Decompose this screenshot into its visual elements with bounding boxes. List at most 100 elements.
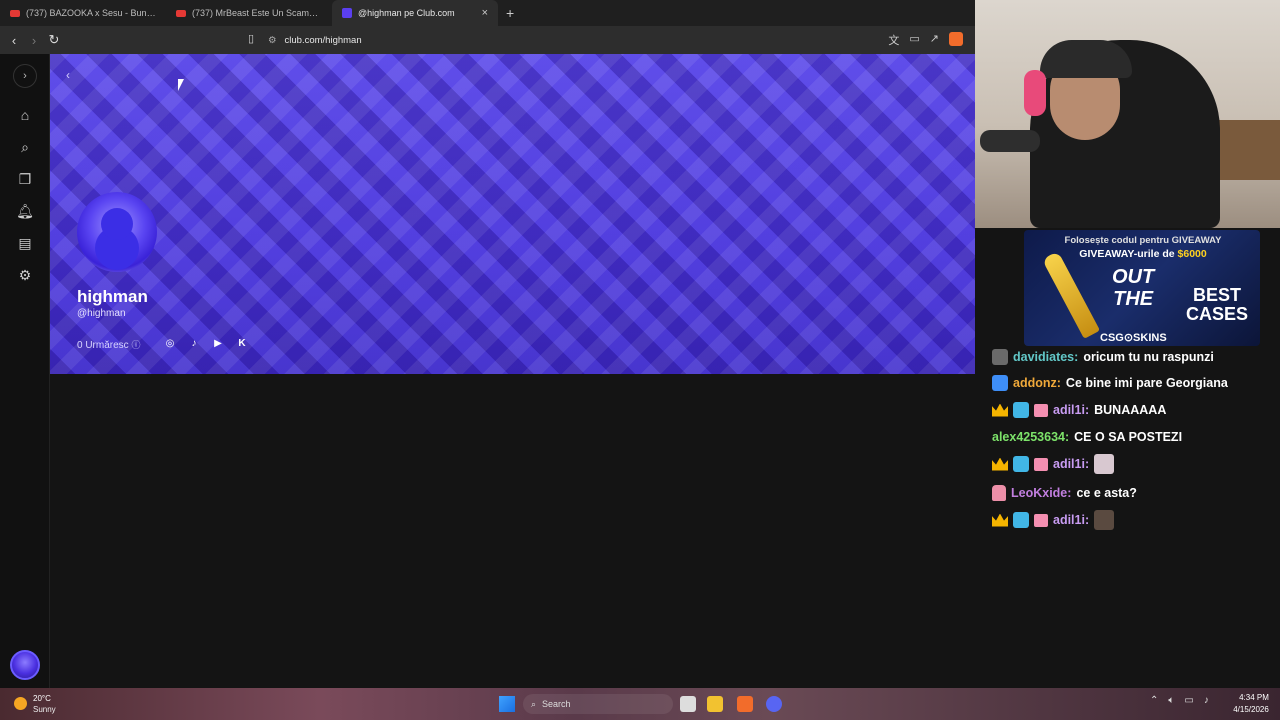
- following-count[interactable]: 0 Urmăresc ⓘ: [77, 338, 140, 351]
- search-icon[interactable]: ⌕: [16, 138, 34, 156]
- url-field[interactable]: ⚙ club.com/highman: [268, 30, 868, 50]
- cast-icon[interactable]: ▭: [909, 32, 919, 48]
- brave-browser-icon[interactable]: [737, 696, 753, 712]
- browser-tab-bar: (737) BAZOOKA x Sesu - Bunele (737) MrBe…: [0, 0, 975, 26]
- address-toolbar: ‹ › ↻ ▯ ⚙ club.com/highman 文 ▭ ↗: [0, 26, 975, 54]
- chat-message: davidiates: oricum tu nu raspunzi: [992, 346, 1214, 368]
- ad-line2-prefix: GIVEAWAY-urile de: [1079, 248, 1178, 260]
- brave-shield-icon[interactable]: [949, 32, 963, 46]
- sun-icon[interactable]: [14, 697, 27, 710]
- clock-time[interactable]: 4:34 PM: [1232, 693, 1276, 702]
- chevron-up-icon[interactable]: ⌃: [1150, 695, 1158, 706]
- chat-username[interactable]: adil1i:: [1053, 513, 1089, 527]
- kick-icon[interactable]: K: [236, 338, 248, 350]
- tiktok-icon[interactable]: ♪: [188, 338, 200, 350]
- site-settings-icon[interactable]: ⚙: [268, 35, 277, 46]
- chat-username[interactable]: adil1i:: [1053, 457, 1089, 471]
- tab-title: @highman pe Club.com: [358, 8, 455, 18]
- expand-sidebar-button[interactable]: ›: [13, 64, 37, 88]
- info-icon: ⓘ: [131, 340, 141, 350]
- close-tab-icon[interactable]: ×: [482, 7, 488, 19]
- following-label: 0 Urmăresc: [77, 340, 129, 351]
- browser-tab-3[interactable]: @highman pe Club.com ×: [332, 0, 498, 26]
- chat-message: adil1i:: [992, 453, 1115, 475]
- left-sidebar: › ⌂ ⌕ ❐ 🔔︎ ▤ ⚙: [0, 54, 50, 688]
- task-view-icon[interactable]: [680, 696, 696, 712]
- ad-out-line2: THE: [1113, 288, 1154, 310]
- chat-username[interactable]: adil1i:: [1053, 403, 1089, 417]
- speaker-icon[interactable]: ♪: [1204, 695, 1209, 706]
- badge-gift-icon: [1034, 513, 1048, 527]
- browser-tab-2[interactable]: (737) MrBeast Este Un Scammer - Yo: [166, 0, 332, 26]
- share-icon[interactable]: ↗: [930, 32, 939, 48]
- chat-emote: [1094, 454, 1115, 474]
- tab-title: (737) BAZOOKA x Sesu - Bunele: [26, 8, 156, 18]
- ad-brand: CSG⊙SKINS: [1100, 332, 1167, 344]
- chat-username[interactable]: addonz:: [1013, 376, 1061, 390]
- collections-icon[interactable]: ❐: [16, 170, 34, 188]
- badge-crown-icon: [992, 457, 1008, 471]
- windows-start-icon[interactable]: [499, 696, 515, 712]
- display-icon[interactable]: ▭: [1184, 695, 1193, 706]
- badge-gift-icon: [1034, 403, 1048, 417]
- chat-text: oricum tu nu raspunzi: [1083, 350, 1214, 364]
- toolbar-right: 文 ▭ ↗: [888, 32, 963, 48]
- volume-icon[interactable]: 🔈︎: [1168, 695, 1174, 706]
- weather-temp: 20°C: [33, 694, 51, 703]
- chat-message: addonz: Ce bine imi pare Georgiana: [992, 372, 1228, 394]
- translate-icon[interactable]: 文: [888, 32, 899, 48]
- account-avatar[interactable]: [10, 650, 40, 680]
- youtube-icon: [10, 9, 20, 17]
- badge-robot-icon: [1013, 402, 1029, 418]
- new-tab-button[interactable]: +: [498, 5, 522, 21]
- profile-handle: @highman: [77, 308, 126, 319]
- ad-amount: $6000: [1177, 248, 1207, 260]
- ad-out-line1: OUT: [1112, 266, 1155, 288]
- mouse-cursor: [178, 79, 184, 91]
- badge-robot-icon: [1013, 512, 1029, 528]
- chat-username[interactable]: LeoKxide:: [1011, 486, 1071, 500]
- chat-text: CE O SA POSTEZI: [1074, 430, 1183, 444]
- chat-username[interactable]: alex4253634:: [992, 430, 1069, 444]
- badge-gift-icon: [1034, 457, 1048, 471]
- browser-tab-1[interactable]: (737) BAZOOKA x Sesu - Bunele: [0, 0, 166, 26]
- url-text: club.com/highman: [284, 34, 362, 46]
- badge-crown-icon: [992, 403, 1008, 417]
- chat-username[interactable]: davidiates:: [1013, 350, 1078, 364]
- youtube-icon: [176, 9, 186, 17]
- club-icon: [342, 8, 352, 18]
- badge-robot-icon: [1013, 456, 1029, 472]
- ad-out-text: OUT THE: [1112, 266, 1154, 310]
- chat-emote: [1094, 510, 1115, 530]
- youtube-icon[interactable]: ▶: [212, 338, 224, 350]
- tab-title: (737) MrBeast Este Un Scammer - Yo: [192, 8, 322, 18]
- forward-icon[interactable]: ›: [24, 33, 44, 48]
- clock-date[interactable]: 4/15/2026: [1226, 705, 1276, 714]
- chat-text: BUNAAAAA: [1094, 403, 1167, 417]
- profile-banner: [50, 54, 975, 374]
- ad-best-line1: BEST: [1193, 285, 1242, 305]
- search-icon: ⌕: [531, 698, 537, 709]
- taskbar-search[interactable]: ⌕ Search: [523, 694, 673, 714]
- ad-best-line2: CASES: [1186, 304, 1249, 324]
- bookmark-icon[interactable]: ▯: [248, 32, 254, 45]
- ad-line1: Folosește codul pentru GIVEAWAY: [1064, 235, 1222, 246]
- discord-icon[interactable]: [766, 696, 782, 712]
- headphones: [1024, 70, 1046, 116]
- chevron-left-icon[interactable]: ‹: [66, 68, 70, 82]
- bell-icon[interactable]: 🔔︎: [16, 202, 34, 220]
- streamer-beanie: [1040, 40, 1132, 78]
- file-explorer-icon[interactable]: [707, 696, 723, 712]
- badge-crown-icon: [992, 513, 1008, 527]
- badge-pixel-icon: [992, 485, 1006, 501]
- instagram-icon[interactable]: ◎: [164, 338, 176, 350]
- gear-icon[interactable]: ⚙: [16, 266, 34, 284]
- home-icon[interactable]: ⌂: [16, 106, 34, 124]
- profile-avatar[interactable]: [77, 192, 157, 272]
- chat-message: alex4253634: CE O SA POSTEZI: [992, 426, 1182, 448]
- reload-icon[interactable]: ↻: [44, 32, 64, 48]
- messages-icon[interactable]: ▤: [16, 234, 34, 252]
- back-icon[interactable]: ‹: [4, 33, 24, 48]
- profile-name: highman: [77, 287, 148, 306]
- badge-gray-icon: [992, 349, 1008, 365]
